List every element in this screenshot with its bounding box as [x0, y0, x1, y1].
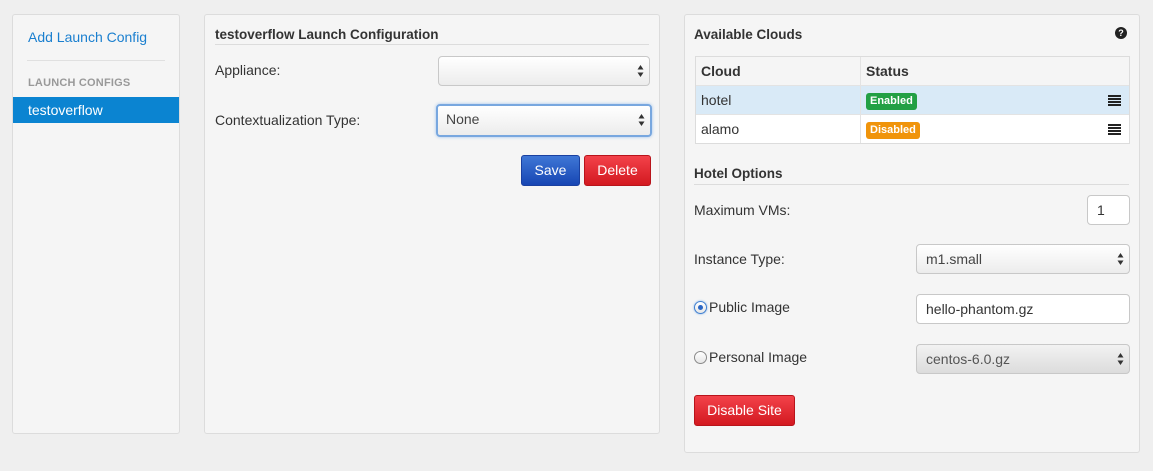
status-badge: Disabled	[866, 122, 920, 139]
save-button[interactable]: Save	[521, 155, 580, 186]
maximum-vms-label: Maximum VMs:	[694, 202, 791, 218]
title-divider	[215, 44, 649, 45]
column-divider	[860, 115, 861, 143]
table-header-row: Cloud Status	[696, 57, 1129, 85]
menu-icon[interactable]	[1108, 95, 1121, 106]
select-arrows-icon	[1117, 253, 1124, 265]
appliance-label: Appliance:	[215, 62, 281, 78]
launch-config-sidebar: Add Launch Config LAUNCH CONFIGS testove…	[12, 14, 180, 434]
contextualization-type-label: Contextualization Type:	[215, 112, 361, 128]
available-clouds-panel: Available Clouds ? Cloud Status hotel En…	[684, 14, 1140, 453]
personal-image-label: Personal Image	[709, 349, 808, 365]
contextualization-type-select[interactable]: None	[436, 104, 652, 137]
cloud-name: alamo	[701, 121, 740, 137]
select-arrows-icon	[1117, 353, 1124, 365]
column-divider	[860, 57, 861, 85]
menu-icon[interactable]	[1108, 124, 1121, 135]
maximum-vms-input[interactable]: 1	[1087, 195, 1130, 225]
sidebar-section-header: LAUNCH CONFIGS	[28, 77, 131, 89]
public-image-label: Public Image	[709, 299, 790, 315]
contextualization-type-value: None	[446, 111, 480, 127]
column-divider	[860, 86, 861, 114]
disable-site-button[interactable]: Disable Site	[694, 395, 795, 426]
select-arrows-icon	[637, 65, 644, 77]
instance-type-value: m1.small	[926, 251, 983, 267]
add-launch-config-link[interactable]: Add Launch Config	[28, 29, 147, 45]
instance-type-label: Instance Type:	[694, 251, 785, 267]
sidebar-item-testoverflow[interactable]: testoverflow	[13, 97, 179, 123]
status-badge: Enabled	[866, 93, 917, 110]
select-arrows-icon	[638, 114, 645, 126]
column-header-status: Status	[866, 63, 909, 79]
title-divider	[694, 184, 1129, 185]
personal-image-value: centos-6.0.gz	[926, 351, 1011, 367]
launch-configuration-panel: testoverflow Launch Configuration Applia…	[204, 14, 660, 434]
delete-button[interactable]: Delete	[584, 155, 651, 186]
personal-image-select[interactable]: centos-6.0.gz	[916, 344, 1130, 374]
personal-image-radio[interactable]	[694, 351, 707, 364]
available-clouds-title: Available Clouds	[694, 27, 803, 42]
hotel-options-title: Hotel Options	[694, 166, 783, 181]
instance-type-select[interactable]: m1.small	[916, 244, 1130, 274]
sidebar-divider	[27, 60, 165, 61]
panel-title: testoverflow Launch Configuration	[215, 27, 439, 42]
clouds-table: Cloud Status hotel Enabled alamo Disable…	[695, 56, 1130, 144]
table-row[interactable]: hotel Enabled	[696, 85, 1129, 114]
help-icon[interactable]: ?	[1115, 27, 1127, 39]
appliance-select[interactable]	[438, 56, 650, 86]
public-image-input[interactable]: hello-phantom.gz	[916, 294, 1130, 324]
table-row[interactable]: alamo Disabled	[696, 114, 1129, 143]
cloud-name: hotel	[701, 92, 732, 108]
column-header-cloud: Cloud	[701, 63, 741, 79]
public-image-radio[interactable]	[694, 301, 707, 314]
